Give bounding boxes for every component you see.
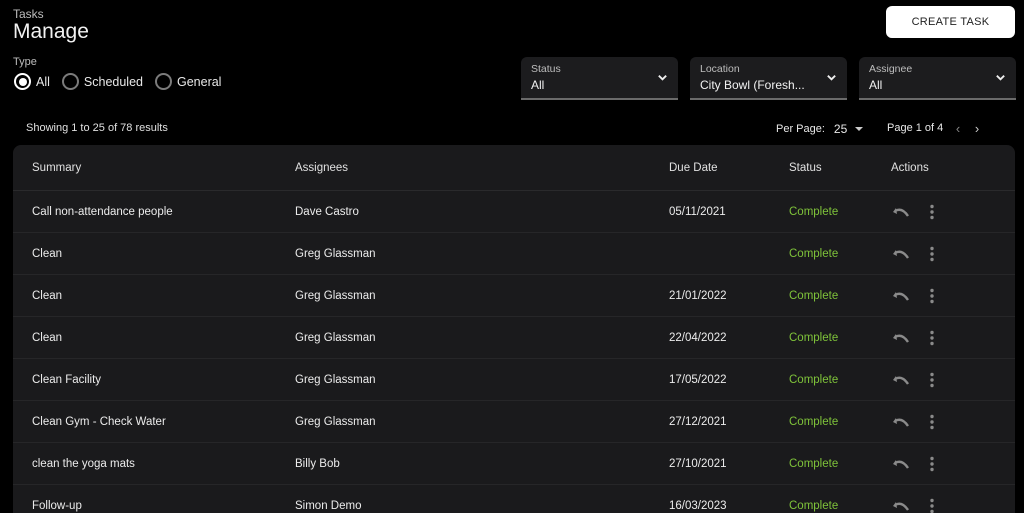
- column-header-assignees[interactable]: Assignees: [295, 162, 348, 174]
- status-cell: Complete: [789, 205, 839, 218]
- per-page-label: Per Page:: [776, 123, 825, 135]
- assignee-cell: Simon Demo: [295, 499, 362, 512]
- results-count: Showing 1 to 25 of 78 results: [26, 122, 168, 134]
- due-date-cell: 05/11/2021: [669, 205, 726, 218]
- per-page-select[interactable]: Per Page: 25: [776, 122, 864, 136]
- chevron-down-icon: [827, 75, 836, 81]
- radio-unchecked-icon: [61, 73, 79, 90]
- more-vertical-icon[interactable]: [929, 204, 935, 220]
- column-header-due-date[interactable]: Due Date: [669, 162, 718, 174]
- due-date-cell: 21/01/2022: [669, 289, 727, 302]
- status-select[interactable]: Status All: [521, 57, 678, 100]
- page-title: Manage: [13, 20, 89, 43]
- table-row[interactable]: Clean Facility Greg Glassman 17/05/2022 Com…: [13, 359, 1015, 401]
- summary-cell: Call non-attendance people: [32, 205, 173, 218]
- prev-page-button[interactable]: ‹: [951, 121, 965, 136]
- assignee-select[interactable]: Assignee All: [859, 57, 1016, 100]
- undo-icon[interactable]: [892, 373, 910, 387]
- assignee-cell: Greg Glassman: [295, 331, 376, 344]
- undo-icon[interactable]: [892, 331, 910, 345]
- radio-label: All: [36, 74, 50, 89]
- summary-cell: Clean Facility: [32, 373, 102, 386]
- summary-cell: Clean: [32, 289, 63, 302]
- assignee-cell: Greg Glassman: [295, 373, 376, 386]
- more-vertical-icon[interactable]: [929, 330, 935, 346]
- assignee-cell: Dave Castro: [295, 205, 359, 218]
- column-header-status[interactable]: Status: [789, 162, 822, 174]
- tasks-table: Summary Assignees Due Date Status Action…: [13, 145, 1015, 513]
- summary-cell: Follow-up: [32, 499, 82, 512]
- select-label: Assignee: [869, 63, 913, 75]
- page-info: Page 1 of 4: [887, 122, 944, 134]
- table-row[interactable]: Clean Greg Glassman 21/01/2022 Complete: [13, 275, 1015, 317]
- assignee-cell: Billy Bob: [295, 457, 340, 470]
- chevron-down-icon: [996, 75, 1005, 81]
- undo-icon[interactable]: [892, 289, 910, 303]
- radio-checked-icon: [14, 73, 31, 90]
- column-header-actions: Actions: [891, 161, 929, 174]
- location-select[interactable]: Location City Bowl (Foresh...: [690, 57, 847, 100]
- undo-icon[interactable]: [892, 415, 910, 429]
- status-cell: Complete: [789, 373, 839, 386]
- summary-cell: clean the yoga mats: [32, 457, 135, 470]
- type-filter-label: Type: [13, 56, 37, 68]
- more-vertical-icon[interactable]: [929, 498, 935, 513]
- table-row[interactable]: Clean Gym - Check Water Greg Glassman 27/1…: [13, 401, 1015, 443]
- radio-all[interactable]: All: [14, 73, 50, 90]
- more-vertical-icon[interactable]: [929, 456, 935, 472]
- select-value: All: [531, 78, 545, 92]
- due-date-cell: 22/04/2022: [669, 331, 727, 344]
- assignee-cell: Greg Glassman: [295, 415, 376, 428]
- due-date-cell: 16/03/2023: [669, 499, 727, 512]
- breadcrumb: Tasks: [13, 7, 44, 21]
- undo-icon[interactable]: [892, 499, 910, 513]
- status-cell: Complete: [789, 247, 839, 260]
- radio-label: Scheduled: [83, 74, 143, 89]
- status-cell: Complete: [789, 499, 839, 512]
- due-date-cell: 27/12/2021: [669, 415, 727, 428]
- status-cell: Complete: [789, 415, 839, 428]
- due-date-cell: 17/05/2022: [669, 373, 727, 386]
- caret-down-icon: [855, 127, 864, 131]
- select-label: Status: [531, 63, 561, 75]
- summary-cell: Clean: [32, 247, 63, 260]
- summary-cell: Clean: [32, 331, 63, 344]
- table-header: Summary Assignees Due Date Status Action…: [13, 145, 1015, 191]
- more-vertical-icon[interactable]: [929, 414, 935, 430]
- more-vertical-icon[interactable]: [929, 246, 935, 262]
- undo-icon[interactable]: [892, 457, 910, 471]
- per-page-value: 25: [833, 122, 848, 136]
- select-value: City Bowl (Foresh...: [700, 78, 805, 92]
- status-cell: Complete: [789, 457, 839, 470]
- table-row[interactable]: Clean Greg Glassman 22/04/2022 Complete: [13, 317, 1015, 359]
- radio-unchecked-icon: [154, 73, 172, 90]
- next-page-button[interactable]: ›: [970, 121, 984, 136]
- undo-icon[interactable]: [892, 205, 910, 219]
- type-filter: All Scheduled General: [14, 73, 233, 90]
- more-vertical-icon[interactable]: [929, 372, 935, 388]
- create-task-button[interactable]: CREATE TASK: [886, 6, 1015, 38]
- chevron-down-icon: [658, 75, 667, 81]
- table-row[interactable]: Clean Greg Glassman Complete: [13, 233, 1015, 275]
- due-date-cell: 27/10/2021: [669, 457, 727, 470]
- status-cell: Complete: [789, 289, 839, 302]
- assignee-cell: Greg Glassman: [295, 247, 376, 260]
- select-value: All: [869, 78, 883, 92]
- summary-cell: Clean Gym - Check Water: [32, 415, 166, 428]
- table-row[interactable]: Follow-up Simon Demo 16/03/2023 Complete: [13, 485, 1015, 513]
- more-vertical-icon[interactable]: [929, 288, 935, 304]
- radio-general[interactable]: General: [154, 73, 222, 90]
- status-cell: Complete: [789, 331, 839, 344]
- column-header-summary[interactable]: Summary: [32, 162, 81, 174]
- undo-icon[interactable]: [892, 247, 910, 261]
- radio-scheduled[interactable]: Scheduled: [61, 73, 143, 90]
- radio-label: General: [176, 74, 222, 89]
- table-row[interactable]: Call non-attendance people Dave Castro 05/…: [13, 191, 1015, 233]
- table-row[interactable]: clean the yoga mats Billy Bob 27/10/2021 Co…: [13, 443, 1015, 485]
- select-label: Location: [700, 63, 740, 75]
- assignee-cell: Greg Glassman: [295, 289, 376, 302]
